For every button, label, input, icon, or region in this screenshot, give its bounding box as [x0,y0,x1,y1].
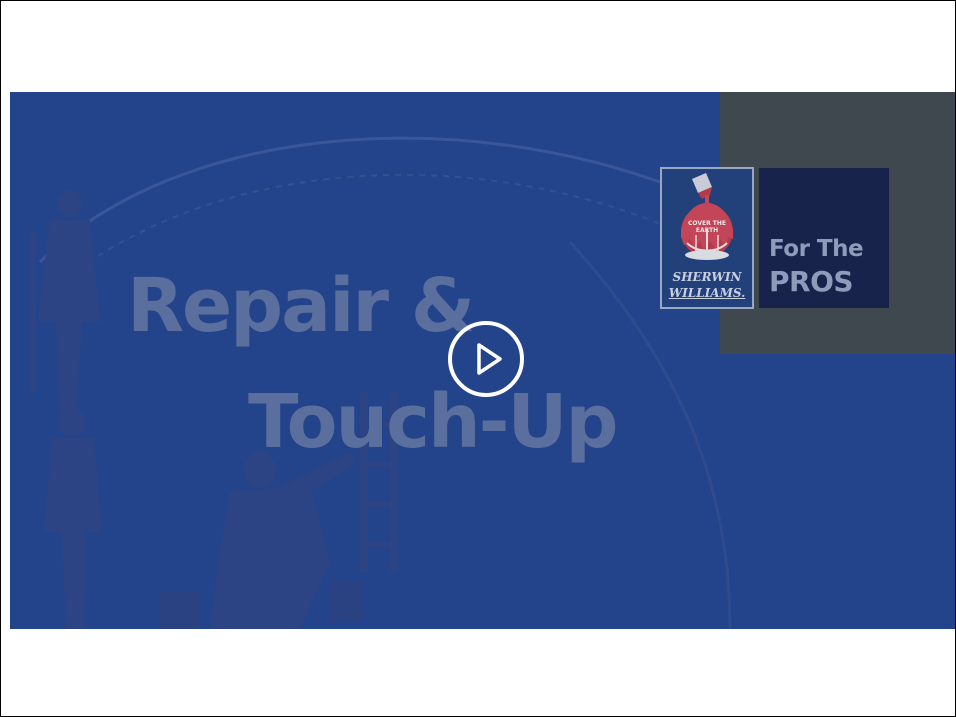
sherwin-williams-logo: COVER THE EARTH SHERWIN WILLIAMS. [660,167,754,309]
svg-text:EARTH: EARTH [696,227,718,234]
video-title-line-2: Touch-Up [248,379,618,465]
page-frame: Repair & Touch-Up COVER THE EARTH SHERWI [0,0,956,717]
svg-text:COVER THE: COVER THE [688,220,726,227]
tagline-line-2: PROS [769,265,854,298]
tagline-line-1: For The [769,236,864,262]
logo-name-line-2: WILLIAMS. [668,286,746,300]
cover-the-earth-logo-icon: COVER THE EARTH [681,173,733,260]
play-icon [477,343,502,375]
video-player[interactable]: Repair & Touch-Up COVER THE EARTH SHERWI [10,92,955,629]
video-title-line-1: Repair & [127,263,475,349]
logo-name-line-1: SHERWIN [672,270,742,284]
play-button[interactable] [448,321,524,397]
for-the-pros-badge: For The PROS [759,168,889,308]
